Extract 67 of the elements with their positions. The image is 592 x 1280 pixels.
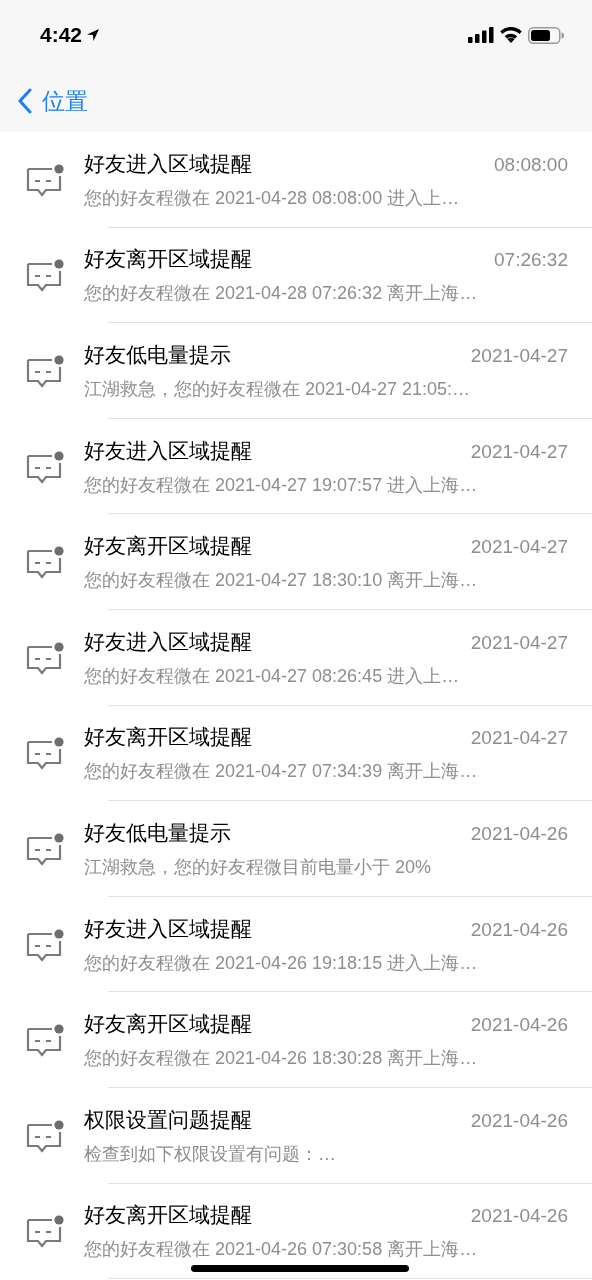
message-title: 好友离开区域提醒 xyxy=(84,724,252,751)
chevron-left-icon xyxy=(18,88,32,114)
signal-icon xyxy=(468,27,494,43)
message-preview: 江湖救急，您的好友程微目前电量小于 20% xyxy=(84,855,433,879)
status-time: 4:42 xyxy=(40,23,83,47)
message-time: 08:08:00 xyxy=(494,153,568,176)
message-title: 好友离开区域提醒 xyxy=(84,1011,252,1038)
message-time: 2021-04-26 xyxy=(470,822,568,845)
message-preview: 您的好友程微在 2021-04-26 19:18:15 进入上海… xyxy=(84,951,479,975)
message-row[interactable]: 好友离开区域提醒 2021-04-27 您的好友程微在 2021-04-27 07:34:39 离开上海… xyxy=(0,705,592,802)
message-preview: 您的好友程微在 2021-04-26 07:30:58 离开上海… xyxy=(84,1238,479,1262)
message-bubble-icon xyxy=(24,1117,64,1154)
message-preview: 您的好友程微在 2021-04-27 18:30:10 离开上海… xyxy=(84,569,479,593)
message-preview: 您的好友程微在 2021-04-28 07:26:32 离开上海… xyxy=(84,282,479,306)
message-bubble-icon xyxy=(24,926,64,963)
message-row[interactable]: 好友进入区域提醒 08:08:00 您的好友程微在 2021-04-28 08:08:00 进入上… xyxy=(0,132,592,228)
message-time: 07:26:32 xyxy=(494,249,568,272)
message-row[interactable]: 好友离开区域提醒 2021-04-26 您的好友程微在 2021-04-26 07:30:58 离开上海… xyxy=(0,1183,592,1280)
message-preview: 您的好友程微在 2021-04-26 18:30:28 离开上海… xyxy=(84,1047,479,1071)
message-title: 好友离开区域提醒 xyxy=(84,246,252,273)
message-time: 2021-04-26 xyxy=(470,1014,568,1037)
message-preview: 您的好友程微在 2021-04-28 08:08:00 进入上… xyxy=(84,186,461,210)
message-bubble-icon xyxy=(24,639,64,676)
battery-icon xyxy=(528,26,564,44)
message-preview: 您的好友程微在 2021-04-27 19:07:57 进入上海… xyxy=(84,473,479,497)
message-title: 好友低电量提示 xyxy=(84,819,231,846)
message-row[interactable]: 好友低电量提示 2021-04-26 江湖救急，您的好友程微目前电量小于 20% xyxy=(0,801,592,897)
message-bubble-icon xyxy=(24,830,64,867)
message-row[interactable]: 权限设置问题提醒 2021-04-26 检查到如下权限设置有问题：… xyxy=(0,1087,592,1184)
message-time: 2021-04-27 xyxy=(470,631,568,654)
message-title: 好友进入区域提醒 xyxy=(84,150,252,177)
message-bubble-icon xyxy=(24,1022,64,1059)
message-title: 好友离开区域提醒 xyxy=(84,1202,252,1229)
message-bubble-icon xyxy=(24,161,64,198)
message-time: 2021-04-27 xyxy=(470,536,568,559)
message-row[interactable]: 好友进入区域提醒 2021-04-27 您的好友程微在 2021-04-27 08:26:45 进入上… xyxy=(0,609,592,706)
message-bubble-icon xyxy=(24,544,64,581)
message-row[interactable]: 好友离开区域提醒 2021-04-26 您的好友程微在 2021-04-26 18:30:28 离开上海… xyxy=(0,992,592,1088)
message-title: 好友离开区域提醒 xyxy=(84,533,252,560)
message-preview: 您的好友程微在 2021-04-27 08:26:45 进入上… xyxy=(84,664,461,688)
message-title: 好友进入区域提醒 xyxy=(84,437,252,464)
message-time: 2021-04-26 xyxy=(470,1109,568,1132)
message-title: 好友低电量提示 xyxy=(84,342,231,368)
message-title: 权限设置问题提醒 xyxy=(84,1106,252,1133)
message-preview: 检查到如下权限设置有问题：… xyxy=(84,1142,337,1166)
message-time: 2021-04-27 xyxy=(470,440,568,463)
wifi-icon xyxy=(500,27,522,43)
message-preview: 您的好友程微在 2021-04-27 07:34:39 离开上海… xyxy=(84,760,479,784)
message-row[interactable]: 好友进入区域提醒 2021-04-26 您的好友程微在 2021-04-26 19:18:15 进入上海… xyxy=(0,896,592,993)
message-row[interactable]: 好友离开区域提醒 2021-04-27 您的好友程微在 2021-04-27 18:30:10 离开上海… xyxy=(0,514,592,610)
message-title: 好友进入区域提醒 xyxy=(84,628,252,655)
message-preview: 江湖救急，您的好友程微在 2021-04-27 21:05:… xyxy=(84,378,472,401)
back-button[interactable]: 位置 xyxy=(18,85,88,117)
message-time: 2021-04-27 xyxy=(470,345,568,367)
message-bubble-icon xyxy=(24,735,64,772)
message-row[interactable]: 好友低电量提示 2021-04-27 江湖救急，您的好友程微在 2021-04-27 21:05:… xyxy=(0,323,592,419)
message-time: 2021-04-26 xyxy=(470,918,568,941)
message-title: 好友进入区域提醒 xyxy=(84,915,252,942)
message-bubble-icon xyxy=(24,257,64,294)
message-bubble-icon xyxy=(24,448,64,485)
message-bubble-icon xyxy=(24,1213,64,1250)
message-row[interactable]: 好友离开区域提醒 07:26:32 您的好友程微在 2021-04-28 07:26:32 离开上海… xyxy=(0,227,592,324)
message-time: 2021-04-27 xyxy=(470,727,568,750)
message-row[interactable]: 好友进入区域提醒 2021-04-27 您的好友程微在 2021-04-27 19:07:57 进入上海… xyxy=(0,418,592,515)
message-time: 2021-04-26 xyxy=(470,1205,568,1228)
message-bubble-icon xyxy=(24,353,64,389)
location-arrow-icon xyxy=(86,28,101,42)
